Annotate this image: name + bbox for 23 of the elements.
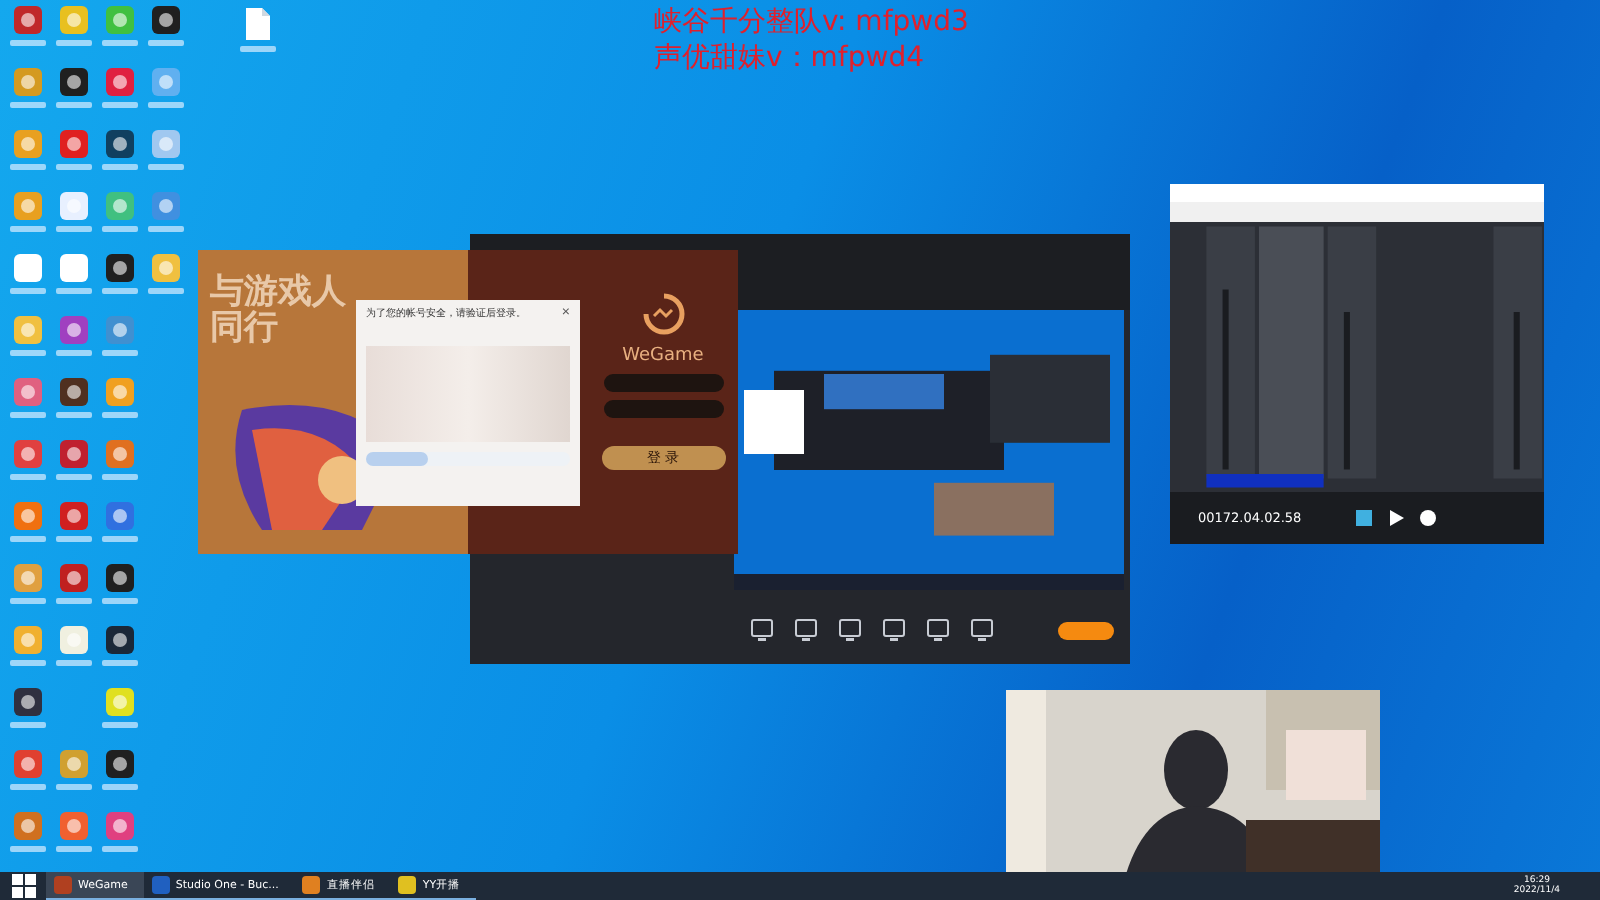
banner-text: 与游戏人同行 xyxy=(210,274,348,346)
play-icon[interactable] xyxy=(1385,508,1406,528)
logo-text: WeGame xyxy=(622,346,704,366)
document-icon[interactable] xyxy=(240,6,276,52)
overlay-text: 峡谷千分整队v: mfpwd3 xyxy=(654,4,969,40)
record-icon[interactable] xyxy=(1417,508,1438,528)
toolbar-icon[interactable] xyxy=(970,618,994,642)
app-icon xyxy=(398,876,417,894)
app-icon xyxy=(151,876,170,894)
start-icon[interactable] xyxy=(10,872,38,900)
app-icon xyxy=(302,876,321,894)
account-field[interactable] xyxy=(603,374,723,392)
app-icon xyxy=(54,876,72,894)
toolbar-icon[interactable] xyxy=(926,618,950,642)
toolbar-icon[interactable] xyxy=(882,618,906,642)
overlay-text: 声优甜妹v：mfpwd4 xyxy=(654,40,926,76)
toolbar-icon[interactable] xyxy=(750,618,774,642)
password-field[interactable] xyxy=(603,400,723,418)
start-button[interactable] xyxy=(1058,621,1114,639)
captcha-slider[interactable] xyxy=(366,452,570,466)
toolbar-icon[interactable] xyxy=(794,618,818,642)
toolbar-icon[interactable] xyxy=(838,618,862,642)
stop-icon[interactable] xyxy=(1353,508,1374,528)
